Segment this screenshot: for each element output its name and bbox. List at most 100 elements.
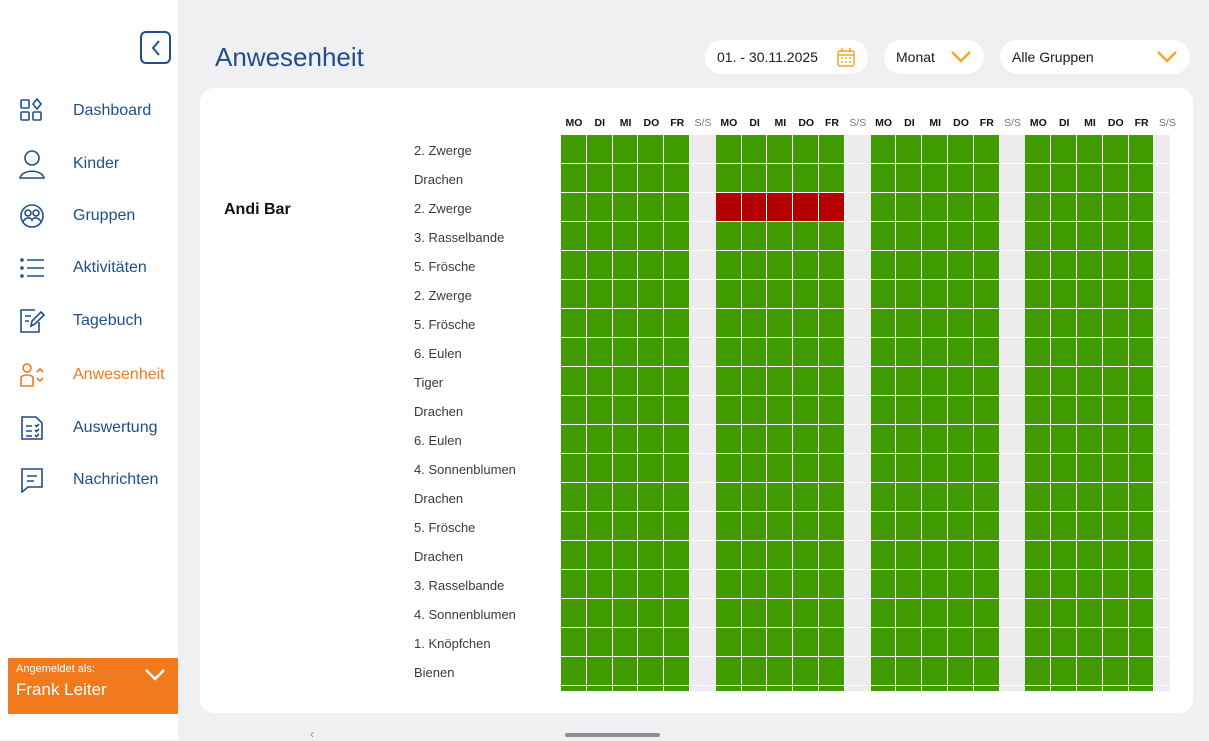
present-cell[interactable] bbox=[715, 251, 742, 280]
present-cell[interactable] bbox=[767, 454, 794, 483]
present-cell[interactable] bbox=[1025, 135, 1052, 164]
present-cell[interactable] bbox=[922, 512, 948, 541]
present-cell[interactable] bbox=[741, 338, 768, 367]
present-cell[interactable] bbox=[1077, 425, 1103, 454]
present-cell[interactable] bbox=[1128, 628, 1155, 657]
present-cell[interactable] bbox=[561, 541, 587, 570]
present-cell[interactable] bbox=[561, 338, 587, 367]
present-cell[interactable] bbox=[1025, 570, 1052, 599]
present-cell[interactable] bbox=[586, 367, 613, 396]
present-cell[interactable] bbox=[948, 483, 974, 512]
present-cell[interactable] bbox=[922, 280, 948, 309]
present-cell[interactable] bbox=[586, 280, 613, 309]
present-cell[interactable] bbox=[922, 135, 948, 164]
present-cell[interactable] bbox=[948, 251, 974, 280]
present-cell[interactable] bbox=[638, 280, 665, 309]
present-cell[interactable] bbox=[561, 628, 587, 657]
present-cell[interactable] bbox=[1025, 628, 1052, 657]
present-cell[interactable] bbox=[922, 628, 948, 657]
present-cell[interactable] bbox=[586, 686, 613, 691]
present-cell[interactable] bbox=[767, 251, 794, 280]
present-cell[interactable] bbox=[973, 570, 1000, 599]
present-cell[interactable] bbox=[922, 454, 948, 483]
present-cell[interactable] bbox=[586, 396, 613, 425]
present-cell[interactable] bbox=[767, 222, 794, 251]
present-cell[interactable] bbox=[586, 309, 613, 338]
present-cell[interactable] bbox=[1025, 251, 1052, 280]
present-cell[interactable] bbox=[741, 135, 768, 164]
present-cell[interactable] bbox=[664, 628, 690, 657]
present-cell[interactable] bbox=[1077, 280, 1103, 309]
present-cell[interactable] bbox=[973, 396, 1000, 425]
present-cell[interactable] bbox=[1051, 367, 1077, 396]
present-cell[interactable] bbox=[870, 164, 897, 193]
present-cell[interactable] bbox=[1051, 570, 1077, 599]
present-cell[interactable] bbox=[1077, 251, 1103, 280]
present-cell[interactable] bbox=[948, 454, 974, 483]
present-cell[interactable] bbox=[973, 222, 1000, 251]
present-cell[interactable] bbox=[793, 338, 819, 367]
present-cell[interactable] bbox=[973, 541, 1000, 570]
present-cell[interactable] bbox=[715, 367, 742, 396]
present-cell[interactable] bbox=[1025, 367, 1052, 396]
present-cell[interactable] bbox=[973, 512, 1000, 541]
sidebar-item-dashboard[interactable]: Dashboard bbox=[0, 91, 178, 131]
present-cell[interactable] bbox=[715, 454, 742, 483]
present-cell[interactable] bbox=[638, 686, 665, 691]
present-cell[interactable] bbox=[896, 280, 923, 309]
present-cell[interactable] bbox=[896, 483, 923, 512]
present-cell[interactable] bbox=[664, 541, 690, 570]
present-cell[interactable] bbox=[1077, 541, 1103, 570]
present-cell[interactable] bbox=[612, 483, 639, 512]
present-cell[interactable] bbox=[973, 280, 1000, 309]
present-cell[interactable] bbox=[664, 280, 690, 309]
present-cell[interactable] bbox=[715, 483, 742, 512]
present-cell[interactable] bbox=[561, 454, 587, 483]
present-cell[interactable] bbox=[715, 338, 742, 367]
present-cell[interactable] bbox=[793, 483, 819, 512]
present-cell[interactable] bbox=[819, 164, 845, 193]
present-cell[interactable] bbox=[973, 686, 1000, 691]
present-cell[interactable] bbox=[715, 686, 742, 691]
present-cell[interactable] bbox=[922, 425, 948, 454]
present-cell[interactable] bbox=[819, 251, 845, 280]
present-cell[interactable] bbox=[1025, 599, 1052, 628]
sidebar-item-auswertung[interactable]: Auswertung bbox=[0, 408, 178, 448]
present-cell[interactable] bbox=[586, 512, 613, 541]
present-cell[interactable] bbox=[1077, 222, 1103, 251]
present-cell[interactable] bbox=[767, 396, 794, 425]
login-dropdown[interactable]: Angemeldet als: Frank Leiter bbox=[8, 658, 178, 714]
present-cell[interactable] bbox=[586, 628, 613, 657]
present-cell[interactable] bbox=[612, 193, 639, 222]
present-cell[interactable] bbox=[1077, 512, 1103, 541]
present-cell[interactable] bbox=[870, 425, 897, 454]
present-cell[interactable] bbox=[973, 425, 1000, 454]
present-cell[interactable] bbox=[1051, 686, 1077, 691]
present-cell[interactable] bbox=[1051, 164, 1077, 193]
present-cell[interactable] bbox=[612, 135, 639, 164]
present-cell[interactable] bbox=[1102, 599, 1129, 628]
present-cell[interactable] bbox=[664, 367, 690, 396]
present-cell[interactable] bbox=[1077, 628, 1103, 657]
present-cell[interactable] bbox=[1102, 396, 1129, 425]
present-cell[interactable] bbox=[922, 686, 948, 691]
present-cell[interactable] bbox=[612, 222, 639, 251]
present-cell[interactable] bbox=[1102, 425, 1129, 454]
present-cell[interactable] bbox=[896, 396, 923, 425]
present-cell[interactable] bbox=[586, 193, 613, 222]
present-cell[interactable] bbox=[870, 396, 897, 425]
present-cell[interactable] bbox=[1128, 251, 1155, 280]
present-cell[interactable] bbox=[561, 222, 587, 251]
present-cell[interactable] bbox=[612, 425, 639, 454]
present-cell[interactable] bbox=[1077, 309, 1103, 338]
present-cell[interactable] bbox=[922, 193, 948, 222]
present-cell[interactable] bbox=[767, 570, 794, 599]
present-cell[interactable] bbox=[767, 599, 794, 628]
present-cell[interactable] bbox=[793, 454, 819, 483]
sidebar-item-aktivitaeten[interactable]: Aktivitäten bbox=[0, 248, 178, 288]
present-cell[interactable] bbox=[561, 251, 587, 280]
present-cell[interactable] bbox=[664, 135, 690, 164]
present-cell[interactable] bbox=[922, 396, 948, 425]
present-cell[interactable] bbox=[1102, 686, 1129, 691]
present-cell[interactable] bbox=[793, 570, 819, 599]
